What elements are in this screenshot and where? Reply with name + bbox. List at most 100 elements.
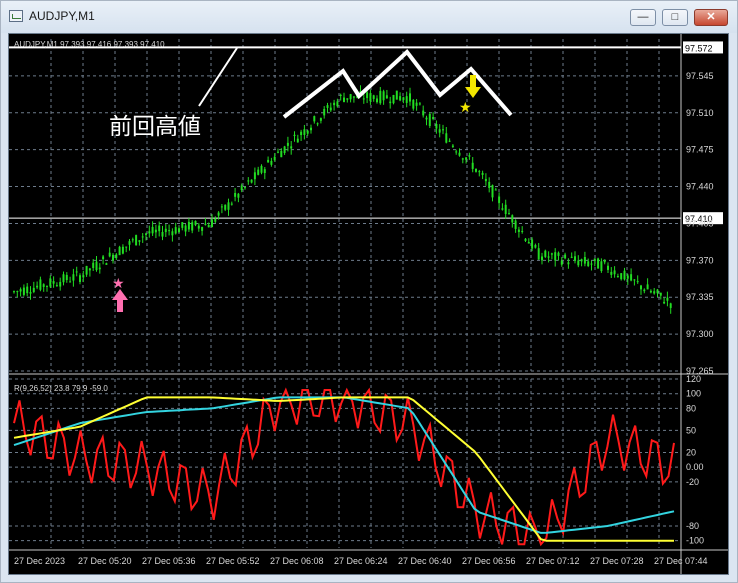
candle-body bbox=[217, 212, 220, 216]
candle-body bbox=[171, 231, 174, 236]
candle-body bbox=[13, 291, 15, 293]
candle-body bbox=[72, 274, 75, 281]
price-marker-label: 97.572 bbox=[685, 43, 713, 53]
candle-body bbox=[412, 99, 415, 109]
indicator-header: R(9,26,52) 23.8 79.9 -59.0 bbox=[14, 384, 108, 393]
maximize-button[interactable]: □ bbox=[662, 9, 688, 26]
time-tick-label: 27 Dec 07:12 bbox=[526, 556, 580, 566]
candle-body bbox=[498, 196, 501, 203]
previous-high-label: 前回高値 bbox=[109, 113, 201, 139]
candle-body bbox=[409, 93, 411, 102]
candle-body bbox=[313, 116, 316, 122]
candle-body bbox=[280, 151, 283, 158]
indicator-panel: 120 100 80 50 20 0.00 -20 -80 -100 bbox=[9, 374, 704, 547]
candle-body bbox=[112, 254, 114, 261]
candle-body bbox=[630, 274, 633, 281]
window-title: AUDJPY,M1 bbox=[29, 9, 95, 23]
minimize-button[interactable]: — bbox=[630, 9, 656, 26]
candle-body bbox=[514, 220, 517, 229]
candle-body bbox=[640, 285, 642, 290]
candle-body bbox=[39, 279, 42, 290]
candle-body bbox=[329, 107, 332, 111]
candle-body bbox=[310, 127, 312, 131]
candle-body bbox=[250, 179, 253, 183]
candle-body bbox=[138, 240, 141, 242]
candle-body bbox=[534, 244, 537, 248]
candle-body bbox=[517, 229, 520, 232]
candle-body bbox=[352, 96, 355, 98]
time-tick-label: 27 Dec 05:52 bbox=[206, 556, 260, 566]
candle-body bbox=[214, 218, 217, 222]
candle-body bbox=[442, 129, 444, 131]
candle-body bbox=[161, 231, 164, 237]
candle-body bbox=[418, 103, 421, 105]
candle-body bbox=[49, 278, 52, 287]
candle-body bbox=[613, 270, 616, 275]
buy-star-icon: ★ bbox=[112, 275, 125, 291]
candle-body bbox=[98, 267, 101, 270]
candle-body bbox=[197, 225, 200, 229]
time-tick-label: 27 Dec 06:56 bbox=[462, 556, 516, 566]
candle-body bbox=[343, 97, 345, 102]
candle-body bbox=[389, 101, 392, 104]
candle-body bbox=[333, 102, 336, 106]
candle-body bbox=[323, 108, 326, 116]
candle-body bbox=[511, 215, 514, 223]
candle-body bbox=[346, 98, 349, 100]
candle-body bbox=[570, 256, 573, 258]
candle-body bbox=[273, 156, 276, 161]
candle-body bbox=[59, 281, 62, 287]
candle-body bbox=[484, 178, 487, 182]
candle-body bbox=[448, 140, 451, 142]
candle-body bbox=[296, 138, 299, 143]
candle-body bbox=[465, 157, 468, 160]
close-button[interactable]: ✕ bbox=[694, 9, 728, 26]
candle-body bbox=[508, 213, 510, 215]
candle-body bbox=[237, 193, 240, 198]
candle-body bbox=[544, 250, 547, 257]
price-chart[interactable]: 97.57297.54597.51097.47597.44097.41097.4… bbox=[9, 34, 728, 574]
candle-body bbox=[201, 227, 204, 231]
candle-body bbox=[108, 252, 111, 257]
candle-body bbox=[207, 225, 210, 228]
candle-body bbox=[362, 98, 365, 100]
candle-body bbox=[567, 262, 570, 265]
indicator-tick-label: 50 bbox=[686, 425, 696, 435]
candle-body bbox=[392, 95, 395, 104]
candle-body bbox=[603, 259, 606, 263]
candle-body bbox=[468, 155, 471, 157]
candle-body bbox=[659, 292, 662, 296]
chart-area[interactable]: 97.572 97.545 97.510 97.475 97.440 97.410 97.4… bbox=[8, 33, 729, 575]
candle-body bbox=[244, 187, 246, 189]
candle-body bbox=[267, 159, 270, 163]
candle-body bbox=[181, 222, 184, 228]
candle-body bbox=[590, 263, 593, 265]
candle-body bbox=[29, 292, 32, 294]
candle-body bbox=[425, 117, 428, 120]
candle-body bbox=[550, 253, 553, 255]
candle-body bbox=[283, 146, 286, 154]
time-tick-label: 27 Dec 05:20 bbox=[78, 556, 132, 566]
candle-body bbox=[475, 168, 477, 172]
candle-body bbox=[65, 274, 68, 281]
price-tick-label: 97.300 bbox=[686, 329, 714, 339]
time-tick-label: 27 Dec 06:08 bbox=[270, 556, 324, 566]
price-tick-label: 97.475 bbox=[686, 145, 714, 155]
candle-body bbox=[451, 145, 454, 147]
candle-body bbox=[62, 274, 65, 283]
candle-body bbox=[481, 172, 484, 175]
title-bar[interactable]: AUDJPY,M1 — □ ✕ bbox=[1, 1, 737, 33]
candle-body bbox=[521, 230, 524, 232]
candle-body bbox=[633, 279, 636, 281]
candle-body bbox=[85, 265, 88, 275]
candle-body bbox=[131, 239, 134, 241]
time-tick-label: 27 Dec 06:40 bbox=[398, 556, 452, 566]
candle-body bbox=[118, 246, 121, 256]
candle-body bbox=[385, 95, 388, 99]
candle-body bbox=[458, 152, 461, 156]
candle-body bbox=[224, 204, 227, 210]
candle-body bbox=[560, 260, 563, 265]
time-axis: 27 Dec 2023 27 Dec 05:20 27 Dec 05:36 27 De… bbox=[14, 556, 708, 566]
candle-body bbox=[168, 230, 171, 232]
candle-body bbox=[541, 256, 543, 261]
